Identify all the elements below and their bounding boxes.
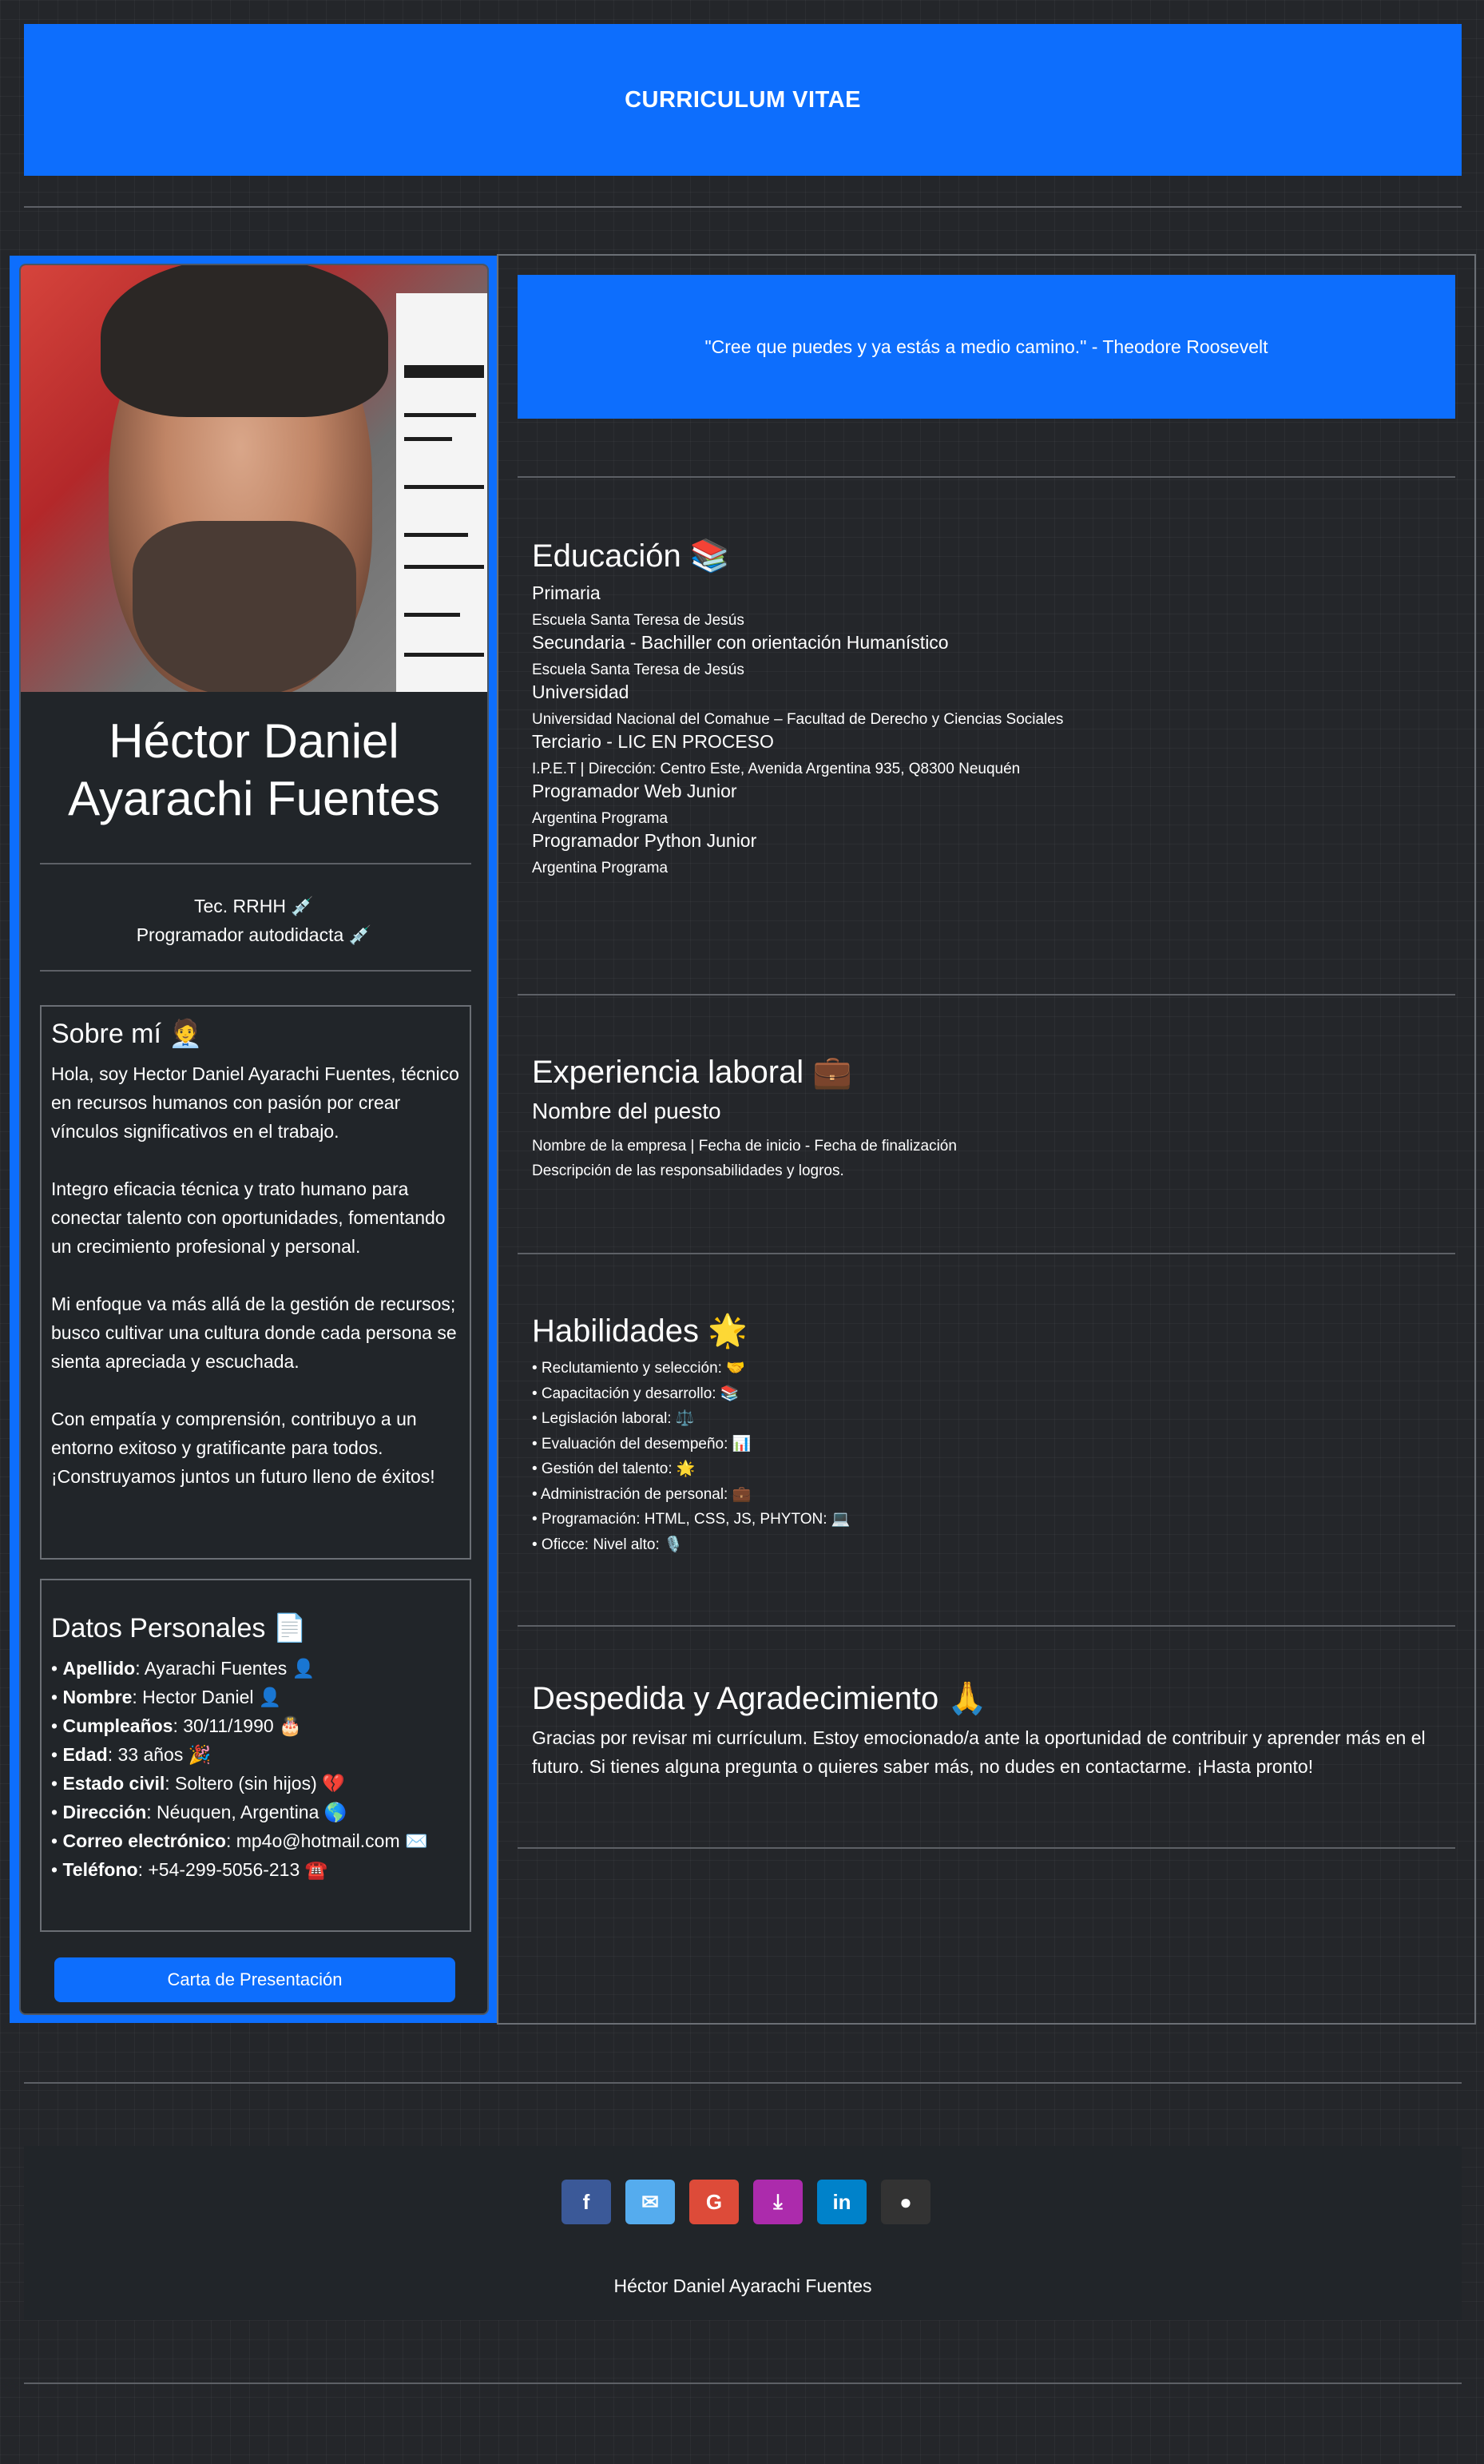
skills-heading: Habilidades 🌟 xyxy=(532,1313,748,1349)
personal-data-section: Datos Personales 📄 • Apellido: Ayarachi … xyxy=(40,1579,471,1932)
sidebar: Héctor Daniel Ayarachi Fuentes Tec. RRHH… xyxy=(10,256,497,2023)
profile-titles: Tec. RRHH 💉 Programador autodidacta 💉 xyxy=(21,892,487,949)
skill-item: • Legislación laboral: ⚖️ xyxy=(532,1410,695,1427)
experience-heading: Experiencia laboral 💼 xyxy=(532,1055,853,1090)
farewell-section: Despedida y Agradecimiento 🙏 Gracias por… xyxy=(532,1679,1442,1781)
quote-banner: "Cree que puedes y ya estás a medio cami… xyxy=(518,275,1455,419)
divider xyxy=(518,1625,1455,1627)
hair xyxy=(101,265,388,417)
footer: f ✉ G ⤓ in ● Héctor Daniel Ayarachi Fuen… xyxy=(24,2146,1462,2320)
about-paragraph: Hola, soy Hector Daniel Ayarachi Fuentes… xyxy=(51,1063,459,1142)
education-item: Programador Python Junior Argentina Prog… xyxy=(532,830,757,876)
profile-title-rrhh: Tec. RRHH 💉 xyxy=(193,896,315,916)
personal-list: • Apellido: Ayarachi Fuentes 👤 • Nombre:… xyxy=(51,1654,460,1884)
download-icon[interactable]: ⤓ xyxy=(753,2180,803,2224)
farewell-text: Gracias por revisar mi currículum. Estoy… xyxy=(532,1727,1426,1777)
education-item: Primaria Escuela Santa Teresa de Jesús xyxy=(532,582,744,629)
document-background xyxy=(396,293,487,692)
skills-section: Habilidades 🌟 • Reclutamiento y selecció… xyxy=(532,1312,1442,1557)
about-section: Sobre mí 🧑‍💼 Hola, soy Hector Daniel Aya… xyxy=(40,1005,471,1560)
job-title: Nombre del puesto xyxy=(532,1099,721,1123)
skill-item: • Capacitación y desarrollo: 📚 xyxy=(532,1385,740,1402)
education-item: Universidad Universidad Nacional del Com… xyxy=(532,682,1064,728)
about-paragraph: Mi enfoque va más allá de la gestión de … xyxy=(51,1294,457,1372)
cover-letter-button[interactable]: Carta de Presentación xyxy=(54,1957,455,2002)
personal-item: • Teléfono: +54-299-5056-213 ☎️ xyxy=(51,1859,328,1880)
personal-item: • Apellido: Ayarachi Fuentes 👤 xyxy=(51,1658,315,1679)
mail-icon[interactable]: ✉ xyxy=(625,2180,675,2224)
personal-item: • Estado civil: Soltero (sin hijos) 💔 xyxy=(51,1773,345,1794)
personal-item: • Dirección: Néuquen, Argentina 🌎 xyxy=(51,1802,347,1822)
facebook-icon[interactable]: f xyxy=(561,2180,611,2224)
education-item: Terciario - LIC EN PROCESO I.P.E.T | Dir… xyxy=(532,731,1021,777)
farewell-heading: Despedida y Agradecimiento 🙏 xyxy=(532,1681,988,1716)
skill-item: • Reclutamiento y selección: 🤝 xyxy=(532,1360,745,1377)
google-icon[interactable]: G xyxy=(689,2180,739,2224)
divider xyxy=(518,1847,1455,1849)
skill-item: • Administración de personal: 💼 xyxy=(532,1485,752,1503)
education-heading: Educación 📚 xyxy=(532,539,730,574)
about-heading: Sobre mí 🧑‍💼 xyxy=(51,1019,203,1049)
personal-item: • Correo electrónico: mp4o@hotmail.com ✉… xyxy=(51,1830,428,1851)
about-paragraph: Integro eficacia técnica y trato humano … xyxy=(51,1178,446,1257)
divider xyxy=(24,2082,1462,2084)
skills-list: • Reclutamiento y selección: 🤝 • Capacit… xyxy=(532,1356,1442,1557)
divider xyxy=(40,863,471,864)
experience-section: Experiencia laboral 💼 Nombre del puesto … xyxy=(532,1053,1442,1183)
skill-item: • Gestión del talento: 🌟 xyxy=(532,1461,696,1477)
education-section: Educación 📚 Primaria Escuela Santa Teres… xyxy=(532,537,1442,878)
header-banner: CURRICULUM VITAE xyxy=(24,24,1462,176)
profile-name: Héctor Daniel Ayarachi Fuentes xyxy=(68,714,440,825)
skill-item: • Evaluación del desempeño: 📊 xyxy=(532,1435,752,1453)
divider xyxy=(518,994,1455,996)
profile-title-programmer: Programador autodidacta 💉 xyxy=(136,924,372,945)
beard xyxy=(133,521,356,692)
about-paragraph: Con empatía y comprensión, contribuyo a … xyxy=(51,1409,435,1487)
skill-item: • Programación: HTML, CSS, JS, PHYTON: 💻 xyxy=(532,1511,851,1528)
divider xyxy=(518,1253,1455,1254)
divider xyxy=(24,2383,1462,2384)
education-item: Programador Web Junior Argentina Program… xyxy=(532,781,737,827)
divider xyxy=(40,970,471,972)
main-content: "Cree que puedes y ya estás a medio cami… xyxy=(497,254,1476,2025)
skill-item: • Oficce: Nivel alto: 🎙️ xyxy=(532,1536,683,1553)
personal-item: • Edad: 33 años 🎉 xyxy=(51,1744,212,1765)
profile-photo xyxy=(21,265,487,692)
profile-card: Héctor Daniel Ayarachi Fuentes Tec. RRHH… xyxy=(19,264,489,2015)
linkedin-icon[interactable]: in xyxy=(817,2180,867,2224)
job-description: Descripción de las responsabilidades y l… xyxy=(532,1162,844,1179)
divider xyxy=(24,206,1462,208)
personal-heading: Datos Personales 📄 xyxy=(51,1613,308,1643)
personal-item: • Cumpleaños: 30/11/1990 🎂 xyxy=(51,1715,302,1736)
personal-item: • Nombre: Hector Daniel 👤 xyxy=(51,1687,282,1707)
job-company-dates: Nombre de la empresa | Fecha de inicio -… xyxy=(532,1138,957,1155)
footer-name: Héctor Daniel Ayarachi Fuentes xyxy=(613,2275,872,2296)
divider xyxy=(518,476,1455,478)
github-icon[interactable]: ● xyxy=(881,2180,930,2224)
social-links: f ✉ G ⤓ in ● xyxy=(561,2180,930,2224)
education-item: Secundaria - Bachiller con orientación H… xyxy=(532,632,949,678)
page-title: CURRICULUM VITAE xyxy=(625,86,861,113)
